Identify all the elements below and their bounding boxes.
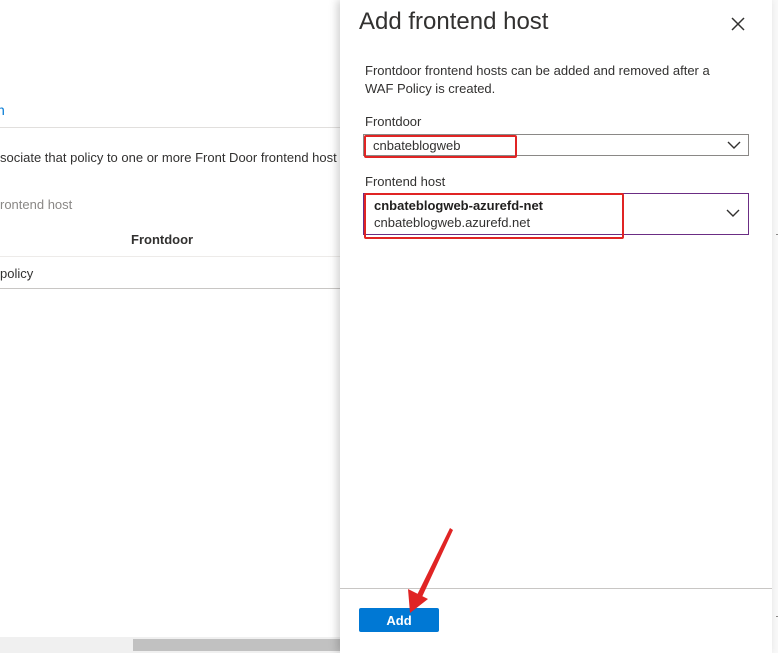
frontend-host-name: cnbateblogweb-azurefd-net — [374, 198, 544, 213]
frontdoor-label: Frontdoor — [365, 114, 422, 129]
table-row-divider — [0, 288, 340, 289]
panel-description: Frontdoor frontend hosts can be added an… — [365, 63, 710, 96]
table-cell-policy: policy — [0, 266, 34, 281]
chevron-down-icon — [727, 141, 741, 149]
app-root: n sociate that policy to one or more Fro… — [0, 0, 778, 653]
frontdoor-dropdown[interactable]: cnbateblogweb — [363, 134, 749, 156]
right-edge — [772, 0, 778, 653]
background-section-label: rontend host — [0, 197, 73, 212]
scrollbar-thumb[interactable] — [133, 639, 340, 651]
footer-divider — [340, 588, 772, 589]
close-button[interactable] — [726, 12, 750, 36]
add-button[interactable]: Add — [359, 608, 439, 632]
frontend-host-label: Frontend host — [365, 174, 446, 189]
background-page: n sociate that policy to one or more Fro… — [0, 0, 340, 653]
frontend-host-hostname: cnbateblogweb.azurefd.net — [374, 215, 531, 230]
frontend-host-dropdown[interactable]: cnbateblogweb-azurefd-net cnbateblogweb.… — [363, 193, 749, 235]
background-description: sociate that policy to one or more Front… — [0, 150, 337, 165]
close-icon — [731, 17, 745, 31]
table-header-divider — [0, 256, 340, 257]
divider — [0, 127, 340, 128]
frontdoor-selected-value: cnbateblogweb — [373, 138, 461, 153]
chevron-down-icon — [726, 209, 740, 217]
panel-title: Add frontend host — [359, 8, 549, 35]
background-link[interactable]: n — [0, 102, 5, 118]
add-frontend-host-panel: Add frontend host Frontdoor frontend hos… — [340, 0, 772, 653]
table-header-frontdoor: Frontdoor — [131, 232, 194, 247]
